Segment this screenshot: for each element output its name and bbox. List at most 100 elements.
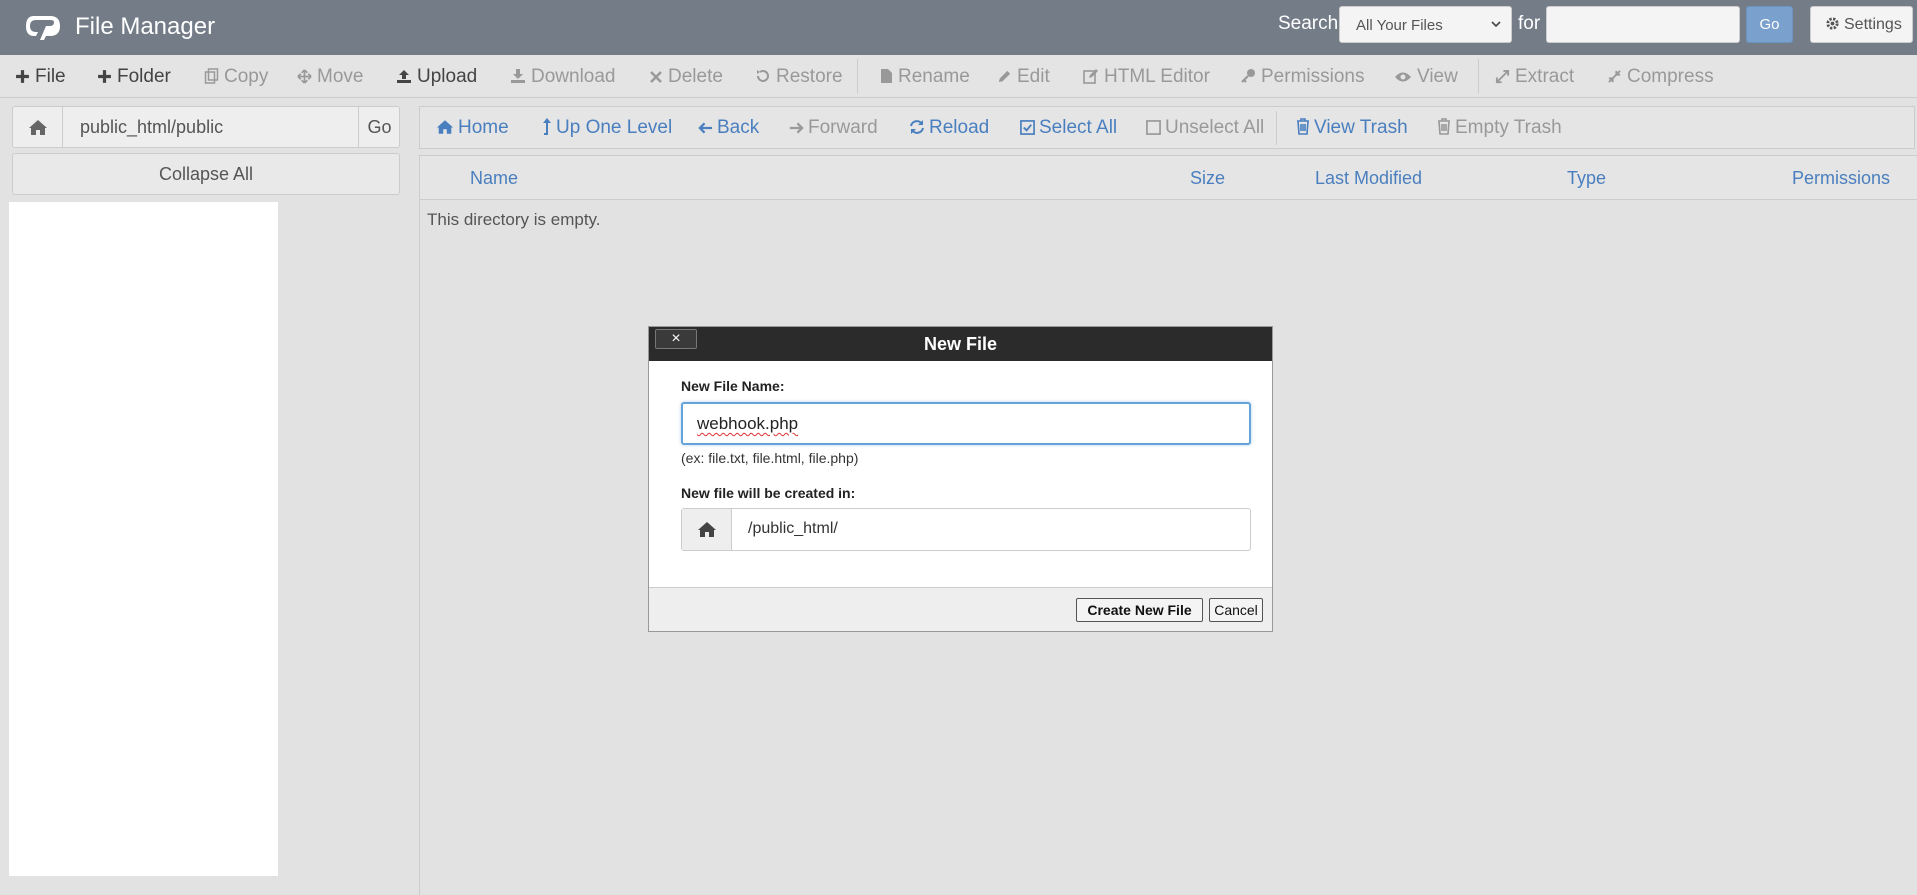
compress-icon [1608,70,1621,83]
search-scope-value: All Your Files [1356,17,1443,34]
dialog-close-button[interactable]: × [655,329,697,349]
extract-button[interactable]: Extract [1495,66,1574,88]
delete-label: Delete [668,66,723,87]
empty-trash-label: Empty Trash [1455,117,1562,138]
nav-unselect-all-label: Unselect All [1165,117,1265,138]
html-editor-button[interactable]: HTML Editor [1083,66,1210,88]
cpanel-logo [26,16,60,40]
settings-button[interactable]: Settings [1810,6,1913,43]
column-header-last-modified[interactable]: Last Modified [1315,168,1422,189]
pencil-icon [998,70,1011,83]
rename-label: Rename [898,66,970,87]
target-dir-field[interactable]: /public_html/ [681,508,1251,551]
search-scope-select[interactable]: All Your Files [1339,6,1512,43]
table-header-row: Name Size Last Modified Type Permissions [420,156,1917,200]
key-icon [1241,69,1255,83]
checkbox-checked-icon [1020,120,1035,135]
nav-back-label: Back [717,117,760,138]
column-header-permissions[interactable]: Permissions [1792,168,1890,189]
column-header-size[interactable]: Size [1190,168,1225,189]
new-file-name-input[interactable]: webhook.php [681,402,1251,445]
path-input[interactable]: public_html/public [64,107,358,147]
edit-button[interactable]: Edit [997,66,1050,88]
new-file-name-value: webhook.php [697,414,799,433]
upload-label: Upload [417,66,478,87]
delete-button[interactable]: Delete [649,66,723,88]
gear-icon [1826,17,1839,30]
nav-forward-button[interactable]: Forward [789,117,878,139]
file-nav-bar: Home Up One Level Back Forward Reload Se… [419,106,1915,149]
restore-icon [757,70,769,82]
app-header: File Manager Search All Your Files for G… [0,0,1917,55]
download-icon [511,69,525,83]
plus-icon [98,70,111,83]
search-go-button[interactable]: Go [1746,6,1793,43]
upload-button[interactable]: Upload [396,66,477,88]
html-editor-label: HTML Editor [1104,66,1210,87]
column-header-name[interactable]: Name [470,168,518,189]
upload-icon [397,70,411,83]
permissions-button[interactable]: Permissions [1240,66,1364,88]
home-icon [436,120,454,134]
trash-icon [1297,118,1309,135]
restore-label: Restore [776,66,843,87]
nav-reload-label: Reload [929,117,990,138]
nav-up-button[interactable]: Up One Level [542,117,672,139]
new-folder-label: Folder [117,66,171,87]
nav-reload-button[interactable]: Reload [909,117,989,139]
column-header-type[interactable]: Type [1567,168,1606,189]
target-dir-label: New file will be created in: [681,485,856,501]
path-home-button[interactable] [13,107,63,147]
expand-icon [1495,69,1510,84]
edit-label: Edit [1017,66,1050,87]
dialog-title: New File [649,327,1272,361]
move-icon [297,69,312,84]
new-file-button[interactable]: File [15,66,66,88]
search-input[interactable] [1546,6,1740,43]
trash-icon [1438,118,1450,135]
copy-button[interactable]: Copy [204,66,268,88]
rename-button[interactable]: Rename [880,66,970,88]
cancel-button[interactable]: Cancel [1209,598,1263,622]
home-icon [697,522,716,537]
dialog-footer: Create New File Cancel [649,587,1272,631]
app-title: File Manager [75,13,216,40]
nav-select-all-button[interactable]: Select All [1020,117,1117,139]
target-dir-home [682,509,732,550]
target-dir-value: /public_html/ [748,520,838,537]
toolbar-divider [1478,59,1479,94]
restore-button[interactable]: Restore [755,66,843,88]
create-new-file-button[interactable]: Create New File [1076,598,1203,622]
path-navigator: public_html/public Go [12,106,400,148]
move-button[interactable]: Move [297,66,363,88]
level-up-icon [543,118,551,135]
nav-unselect-all-button[interactable]: Unselect All [1146,117,1264,139]
nav-home-button[interactable]: Home [436,117,509,139]
nav-back-button[interactable]: Back [698,117,759,139]
view-label: View [1417,66,1458,87]
home-icon [28,119,47,135]
view-trash-button[interactable]: View Trash [1296,117,1408,139]
copy-icon [204,68,219,84]
nav-forward-label: Forward [808,117,878,138]
for-label: for [1518,13,1541,34]
extract-label: Extract [1515,66,1575,87]
file-icon [881,69,892,83]
download-button[interactable]: Download [510,66,616,88]
compress-label: Compress [1627,66,1714,87]
empty-trash-button[interactable]: Empty Trash [1437,117,1562,139]
collapse-all-button[interactable]: Collapse All [12,153,400,195]
directory-tree[interactable] [9,202,278,876]
main-toolbar: File Folder Copy Move Upload Download De… [0,55,1917,98]
nav-divider [1276,111,1277,145]
new-file-name-label: New File Name: [681,378,785,394]
view-button[interactable]: View [1394,66,1458,88]
download-label: Download [531,66,616,87]
path-go-button[interactable]: Go [358,107,400,147]
new-folder-button[interactable]: Folder [97,66,171,88]
nav-select-all-label: Select All [1039,117,1118,138]
refresh-icon [910,120,924,134]
view-trash-label: View Trash [1314,117,1408,138]
move-label: Move [317,66,364,87]
compress-button[interactable]: Compress [1607,66,1714,88]
